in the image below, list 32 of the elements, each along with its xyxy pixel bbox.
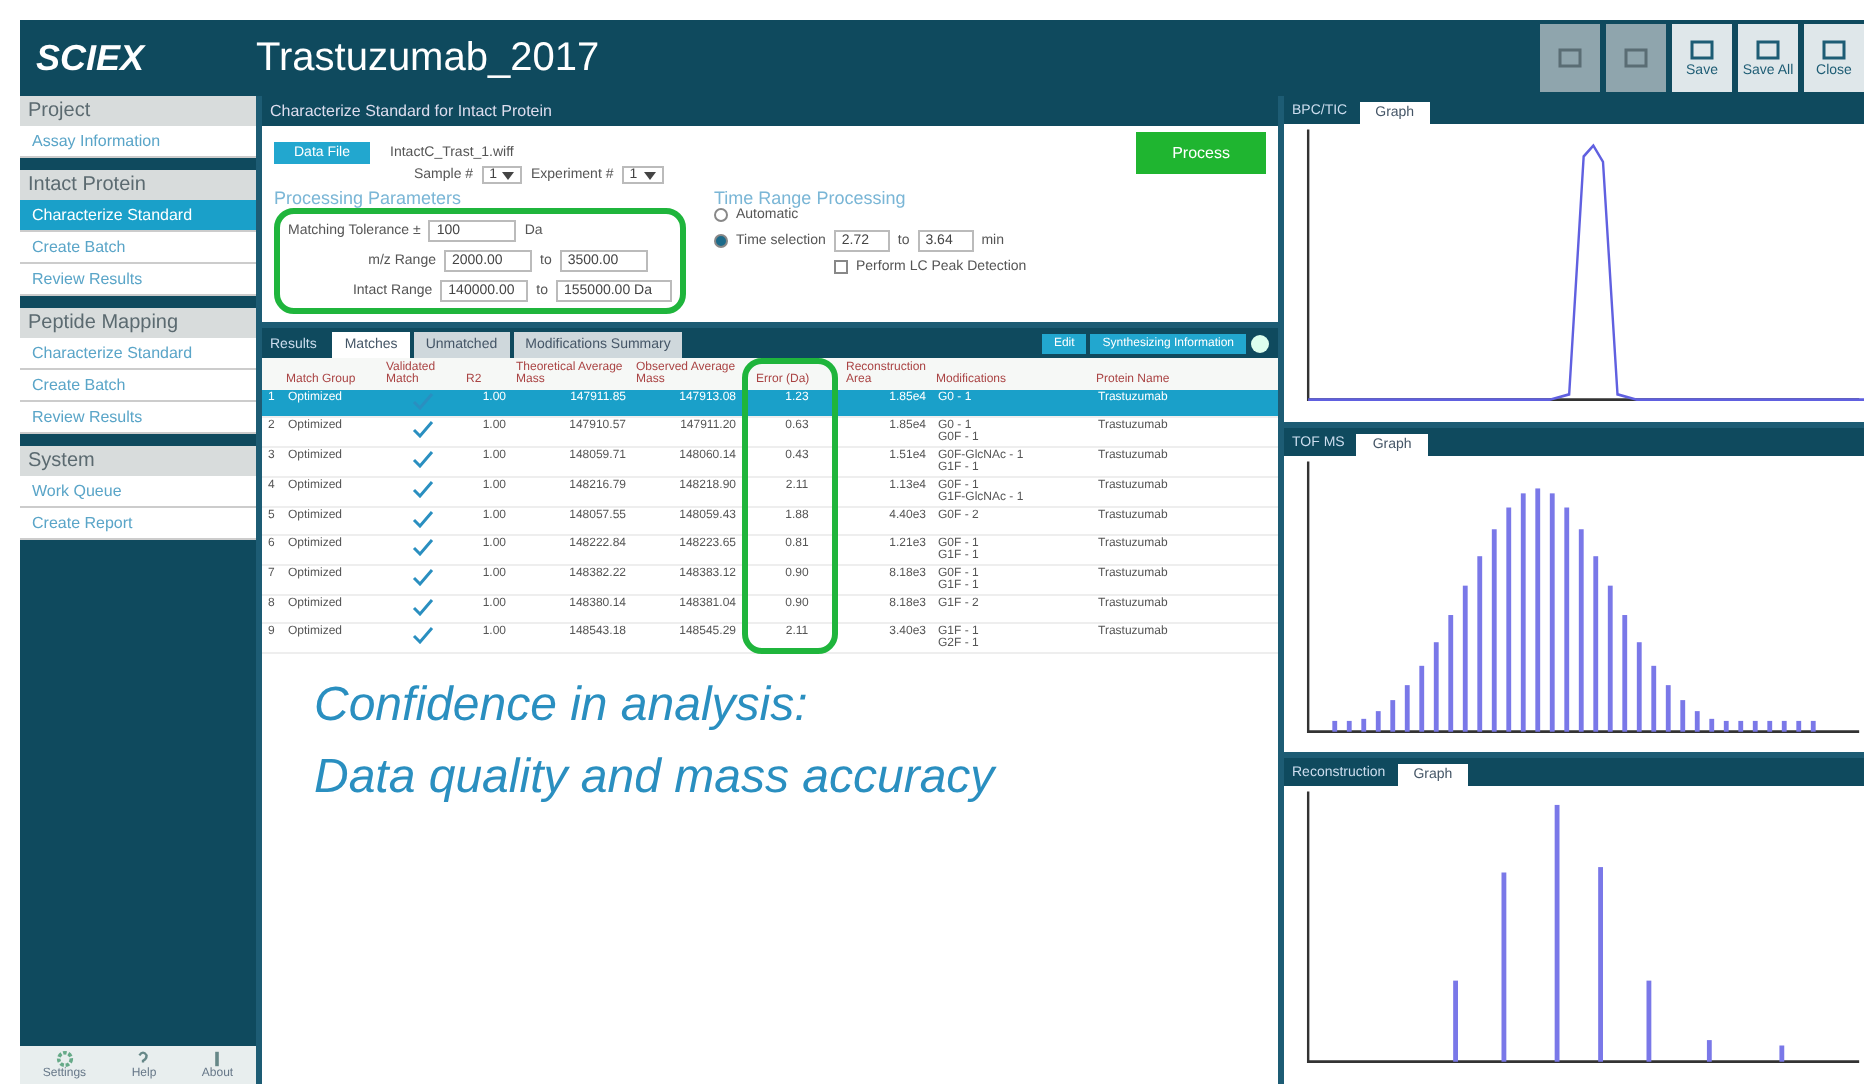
caption-text: Data quality and mass accuracy [314,748,999,808]
window-title: Trastuzumab_2017 [256,35,600,81]
radio-button[interactable] [714,208,728,222]
window-icon [1822,39,1846,59]
checkmark-icon[interactable] [411,480,433,498]
sidebar-heading: System [20,446,256,476]
checkmark-icon[interactable] [411,626,433,644]
sidebar-heading: Project [20,96,256,126]
caption-text: Confidence in analysis: [314,676,810,736]
logo: SCIEX [36,37,148,79]
checkmark-icon[interactable] [411,568,433,586]
settings-icon [55,1050,74,1068]
sidebar-heading: Intact Protein [20,170,256,200]
window-icon [1624,48,1648,68]
checkmark-icon[interactable] [411,392,433,410]
checkbox[interactable] [834,260,848,274]
caret-icon [643,171,656,179]
checkmark-icon[interactable] [411,420,433,438]
window-icon [1756,39,1780,59]
sidebar-item[interactable]: Characterize Standard [20,200,256,232]
caret-icon [502,171,515,179]
checkmark-icon[interactable] [411,510,433,528]
checkmark-icon[interactable] [411,450,433,468]
sidebar-heading: Peptide Mapping [20,308,256,338]
checkmark-icon[interactable] [411,598,433,616]
window-icon [1558,48,1582,68]
section-heading: Time Range Processing [714,188,908,208]
checkmark-icon[interactable] [411,538,433,556]
panel-title: Characterize Standard for Intact Protein [262,96,1278,126]
window-icon [1690,39,1714,59]
radio-button[interactable] [714,234,728,248]
section-heading: Processing Parameters [274,188,464,208]
